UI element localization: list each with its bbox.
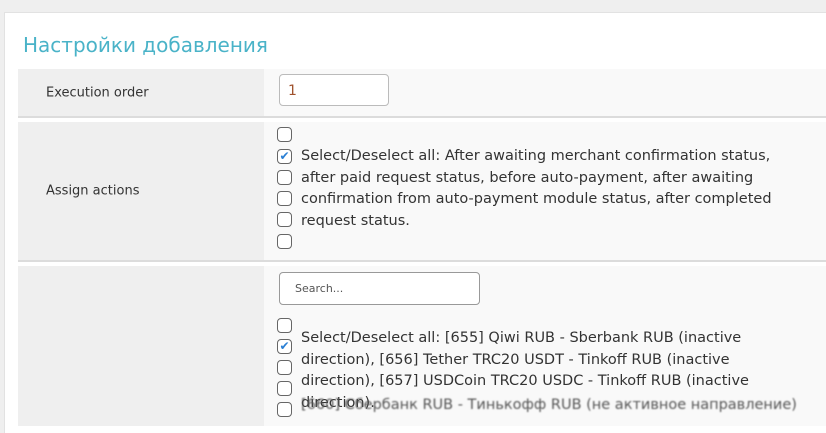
- assign-action-checkbox[interactable]: [277, 170, 292, 185]
- execution-order-input[interactable]: 1: [279, 74, 389, 106]
- directions-search-input[interactable]: Search...: [279, 272, 480, 305]
- assign-action-checkbox[interactable]: [277, 212, 292, 227]
- assign-action-checkbox[interactable]: ✔: [277, 149, 292, 164]
- assign-actions-select-all-text: Select/Deselect all: After awaiting merc…: [301, 148, 772, 229]
- direction-checkbox[interactable]: [277, 402, 292, 417]
- page-title: Настройки добавления: [23, 33, 268, 57]
- direction-checkbox[interactable]: ✔: [277, 339, 292, 354]
- execution-order-row: Execution order 1: [18, 69, 826, 118]
- direction-checkbox[interactable]: [277, 360, 292, 375]
- assign-actions-row: Assign actions Select/Deselect all: Afte…: [18, 122, 826, 262]
- assign-action-checkbox[interactable]: [277, 127, 292, 142]
- direction-item-text: [660] Сбербанк RUB - Тинькофф RUB (не ак…: [301, 397, 797, 413]
- assign-action-checkbox[interactable]: [277, 234, 292, 249]
- direction-checkbox[interactable]: [277, 318, 292, 333]
- direction-checkbox[interactable]: [277, 381, 292, 396]
- directions-row: Search... Select/Deselect all: [655] Qiw…: [18, 266, 826, 426]
- assign-actions-label: Assign actions: [46, 183, 140, 199]
- execution-order-label: Execution order: [46, 85, 149, 100]
- assign-action-checkbox[interactable]: [277, 191, 292, 206]
